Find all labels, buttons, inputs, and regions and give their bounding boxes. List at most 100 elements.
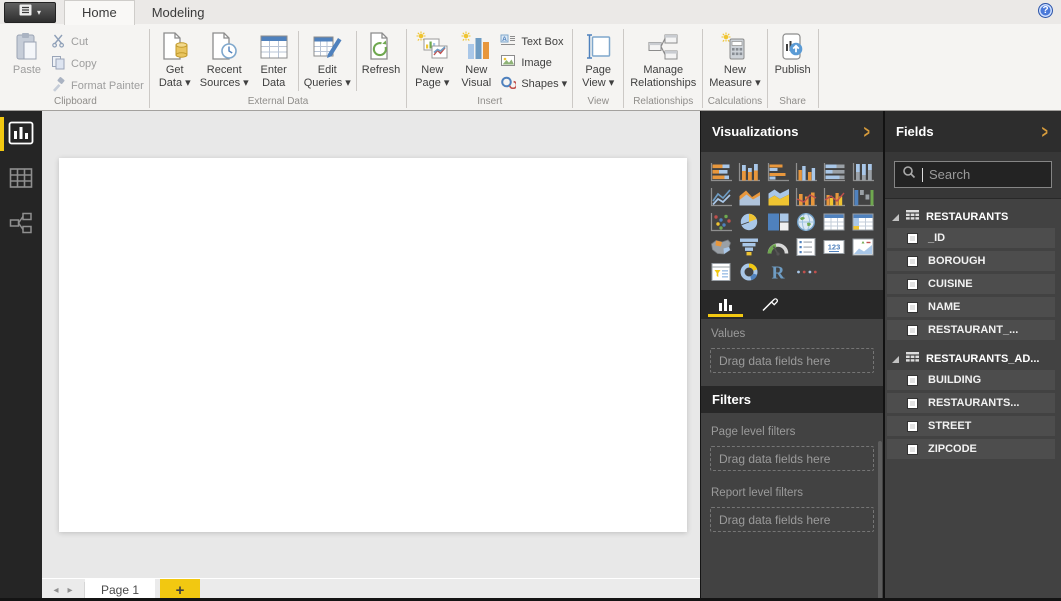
field-row[interactable]: NAME [887,297,1055,317]
image-button[interactable]: Image [500,54,567,71]
ribbon-tab-home[interactable]: Home [64,0,135,25]
report-view-button[interactable] [6,120,36,146]
viz-icon-stacked-column-chart[interactable] [736,161,763,183]
new-measure-button[interactable]: New Measure ▾ [706,28,763,89]
viz-icon-table[interactable] [821,211,848,233]
file-menu-button[interactable]: ▾ [4,2,56,23]
field-row[interactable]: BOROUGH [887,251,1055,271]
fields-pane-tab[interactable] [712,290,739,319]
viz-icon-100-stacked-column-chart[interactable] [849,161,876,183]
prev-page-arrow[interactable]: ◂ [53,585,58,596]
recent-sources-icon [208,30,240,64]
svg-text:R: R [771,263,785,283]
new-page-button[interactable]: New Page ▾ [410,28,454,89]
field-checkbox[interactable] [908,399,917,408]
viz-icon-card[interactable]: 123 [821,236,848,258]
text-box-button[interactable]: A Text Box [500,33,567,50]
table-header-restaurants[interactable]: RESTAURANTS [885,206,1061,228]
enter-data-button[interactable]: Enter Data [252,28,296,89]
file-menu-caret: ▾ [37,8,41,17]
manage-relationships-button[interactable]: Manage Relationships [627,28,699,89]
viz-icon-waterfall-chart[interactable] [849,186,876,208]
expand-collapse-triangle[interactable] [892,356,899,363]
field-checkbox[interactable] [908,326,917,335]
field-checkbox[interactable] [908,280,917,289]
visualizations-scrollbar[interactable] [878,441,882,601]
active-view-indicator [0,117,4,151]
viz-icon-map[interactable] [793,211,820,233]
viz-icon-clustered-column-chart[interactable] [793,161,820,183]
relationships-view-button[interactable] [6,210,36,236]
recent-sources-button[interactable]: Recent Sources ▾ [197,28,252,89]
search-input[interactable] [929,167,1044,182]
viz-icon-treemap[interactable] [764,211,791,233]
collapse-fields-chevron[interactable]: > [1042,121,1048,143]
edit-queries-icon [311,30,343,64]
viz-icon-100-stacked-bar-chart[interactable] [821,161,848,183]
new-page-icon [415,30,449,64]
next-page-arrow[interactable]: ▸ [68,585,73,596]
help-icon[interactable]: ? [1038,3,1053,18]
viz-icon-funnel[interactable] [736,236,763,258]
field-row[interactable]: CUISINE [887,274,1055,294]
field-row[interactable]: STREET [887,416,1055,436]
field-checkbox[interactable] [908,234,917,243]
viz-icon-matrix[interactable] [849,211,876,233]
field-row[interactable]: _ID [887,228,1055,248]
field-checkbox[interactable] [908,422,917,431]
table-header-restaurants-addresses[interactable]: RESTAURANTS_AD... [885,348,1061,370]
new-measure-label-1: New [724,64,746,77]
report-canvas[interactable] [42,111,700,578]
field-row[interactable]: ZIPCODE [887,439,1055,459]
get-data-label-2: Data ▾ [159,77,191,90]
viz-icon-stacked-area-chart[interactable] [764,186,791,208]
field-search-box[interactable] [894,161,1052,188]
field-checkbox[interactable] [908,376,917,385]
get-data-button[interactable]: Get Data ▾ [153,28,197,89]
viz-icon-stacked-bar-chart[interactable] [708,161,735,183]
page-level-filters-drop-zone[interactable]: Drag data fields here [710,446,874,471]
shapes-button[interactable]: Shapes ▾ [500,75,567,92]
file-menu-icon [19,3,32,21]
page-view-button[interactable]: Page View ▾ [576,28,620,89]
values-drop-zone[interactable]: Drag data fields here [710,348,874,373]
format-pane-tab[interactable] [755,290,785,319]
collapse-visualizations-chevron[interactable]: > [864,121,870,143]
viz-icon-pie-chart[interactable] [736,211,763,233]
new-visual-button[interactable]: New Visual [454,28,498,89]
viz-icon-filled-map[interactable] [708,236,735,258]
viz-icon-clustered-bar-chart[interactable] [764,161,791,183]
viz-icon-line-chart[interactable] [708,186,735,208]
copy-icon [51,55,66,73]
viz-icon-scatter-chart[interactable] [708,211,735,233]
viz-icon-area-chart[interactable] [736,186,763,208]
ribbon-tab-modeling[interactable]: Modeling [135,1,222,24]
viz-icon-line-and-stacked-column-chart[interactable] [793,186,820,208]
field-row[interactable]: BUILDING [887,370,1055,390]
viz-icon-slicer[interactable] [708,261,735,283]
field-row[interactable]: RESTAURANTS... [887,393,1055,413]
viz-icon-line-and-clustered-column-chart[interactable] [821,186,848,208]
viz-icon-gauge[interactable] [764,236,791,258]
field-name: STREET [928,420,971,432]
viz-icon-multi-row-card[interactable] [793,236,820,258]
field-checkbox[interactable] [908,445,917,454]
viz-icon-r-script-visual[interactable]: R [764,261,791,283]
field-name: _ID [928,232,945,244]
edit-queries-button[interactable]: Edit Queries ▾ [301,28,354,89]
report-page[interactable] [59,158,687,532]
field-row[interactable]: RESTAURANT_... [887,320,1055,340]
data-view-button[interactable] [6,165,36,191]
enter-data-label-2: Data [262,77,285,90]
viz-icon-more-options[interactable] [793,261,820,283]
expand-collapse-triangle[interactable] [892,214,899,221]
report-level-filters-drop-zone[interactable]: Drag data fields here [710,507,874,532]
publish-button[interactable]: Publish [771,28,815,77]
field-checkbox[interactable] [908,303,917,312]
refresh-button[interactable]: Refresh [359,28,404,77]
text-box-icon: A [500,33,516,50]
clipboard-group: Paste Cut Copy Format Painter [2,26,149,110]
viz-icon-donut-chart[interactable] [736,261,763,283]
viz-icon-kpi[interactable] [849,236,876,258]
field-checkbox[interactable] [908,257,917,266]
